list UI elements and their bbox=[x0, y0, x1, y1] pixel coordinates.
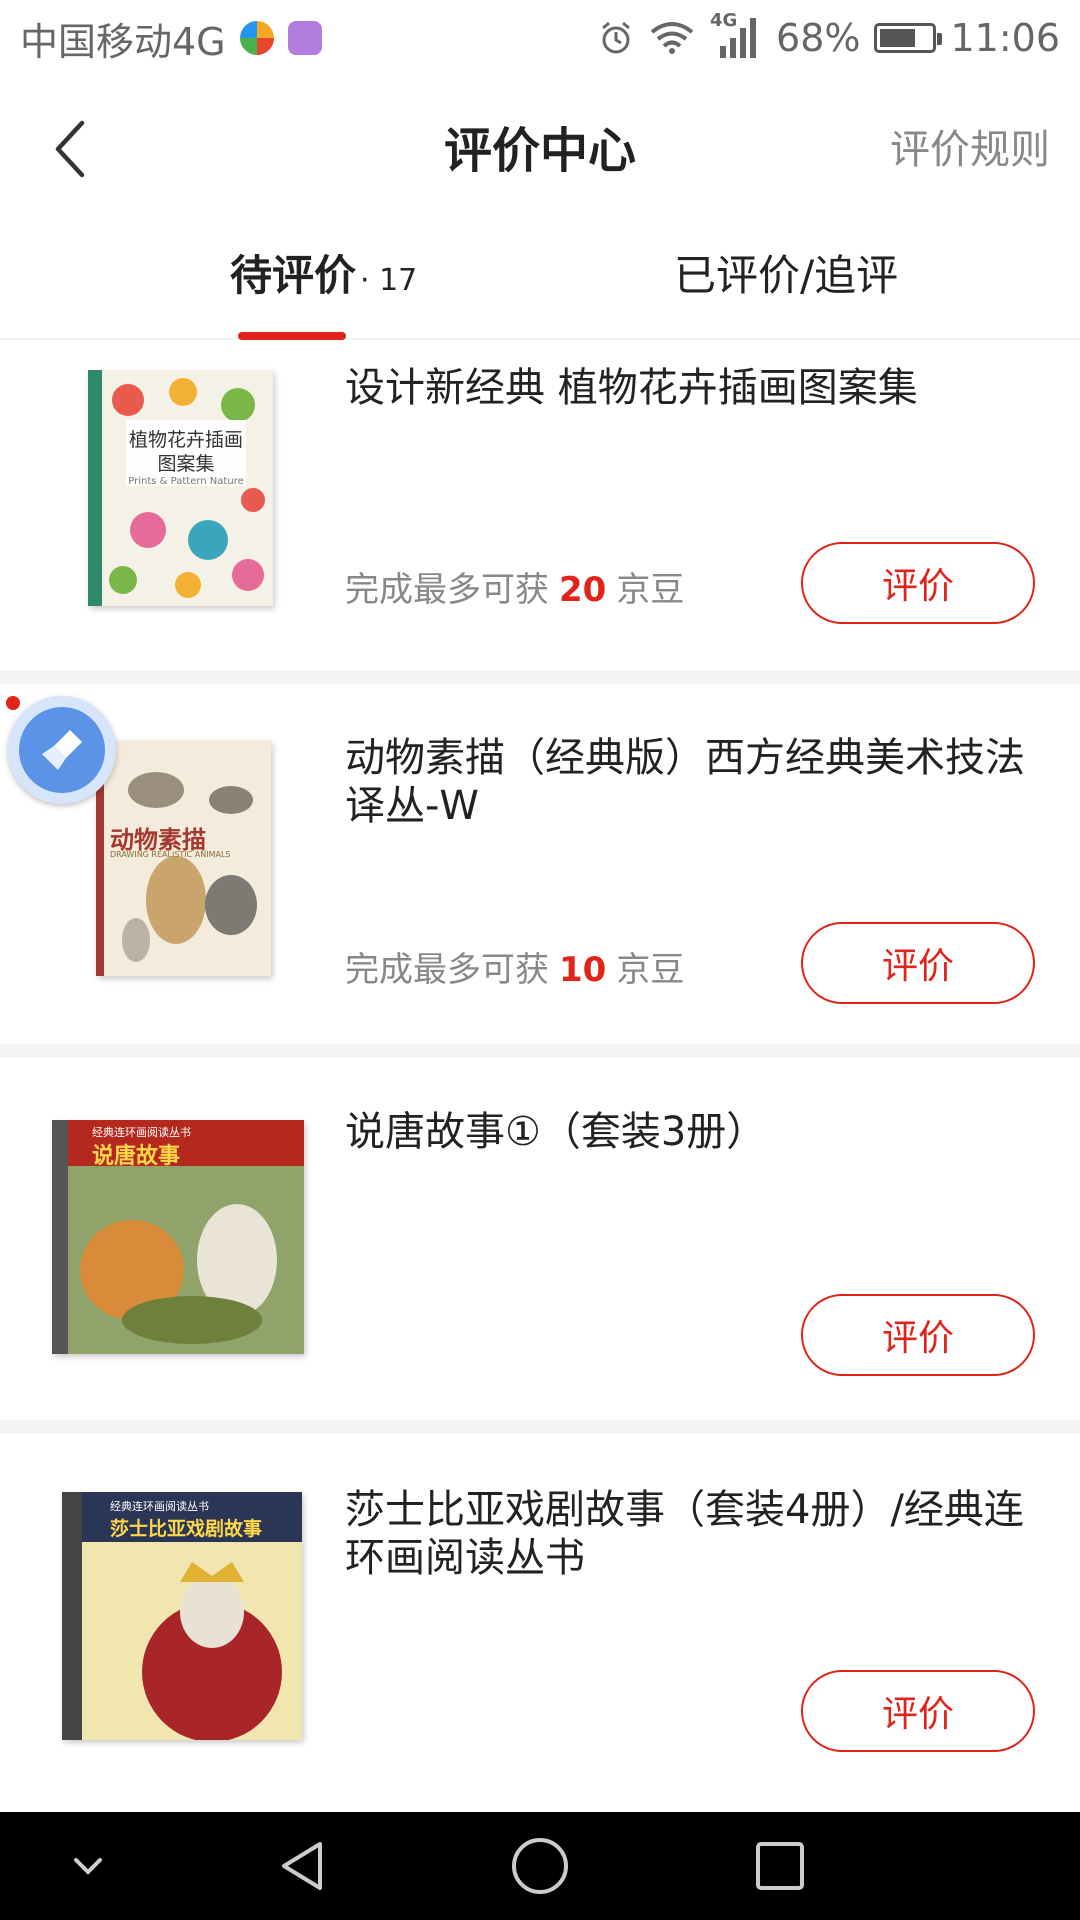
status-bar: 中国移动4G 4G 68% 11:06 bbox=[0, 0, 1080, 76]
pending-review-list: 植物花卉插画图案集 Prints & Pattern Nature 设计新经典 … bbox=[0, 340, 1080, 1792]
page-title: 评价中心 bbox=[443, 123, 636, 179]
book-cover-tang-stories[interactable]: 经典连环画阅读丛书 说唐故事 bbox=[52, 1120, 304, 1354]
battery-level bbox=[880, 29, 916, 47]
list-item[interactable]: 经典连环画阅读丛书 莎士比亚戏剧故事 莎士比亚戏剧故事（套装4册）/经典连环画阅… bbox=[0, 1434, 1080, 1792]
broom-icon bbox=[42, 730, 82, 770]
notification-dot bbox=[6, 696, 20, 710]
cover-title: 植物花卉插画图案集 bbox=[128, 429, 243, 475]
reward-text: 完成最多可获 20 京豆 bbox=[345, 562, 684, 611]
system-nav-bar bbox=[0, 1812, 1080, 1920]
back-triangle-icon bbox=[282, 1842, 322, 1890]
recents-square-icon bbox=[756, 1842, 804, 1890]
cover-subtitle: Prints & Pattern Nature bbox=[128, 476, 244, 487]
book-cover-plant-patterns[interactable]: 植物花卉插画图案集 Prints & Pattern Nature bbox=[88, 370, 273, 606]
item-title[interactable]: 动物素描（经典版）西方经典美术技法译丛-W bbox=[345, 734, 1030, 830]
status-left: 中国移动4G bbox=[20, 11, 322, 66]
cover-title: 说唐故事 bbox=[92, 1144, 181, 1169]
back-button[interactable] bbox=[40, 114, 100, 184]
list-item[interactable]: 植物花卉插画图案集 Prints & Pattern Nature 设计新经典 … bbox=[0, 340, 1080, 670]
floating-clean-inner bbox=[19, 707, 105, 793]
item-title[interactable]: 说唐故事①（套装3册） bbox=[345, 1108, 1030, 1156]
reward-prefix: 完成最多可获 bbox=[345, 950, 549, 990]
book-cover-shakespeare-stories[interactable]: 经典连环画阅读丛书 莎士比亚戏剧故事 bbox=[62, 1492, 302, 1740]
home-circle-icon bbox=[512, 1838, 568, 1894]
cover-title: 莎士比亚戏剧故事 bbox=[110, 1518, 263, 1540]
header: 评价中心 评价规则 bbox=[0, 76, 1080, 216]
rate-button[interactable]: 评价 bbox=[801, 542, 1035, 624]
system-home-button[interactable] bbox=[510, 1836, 570, 1896]
rate-button[interactable]: 评价 bbox=[801, 1294, 1035, 1376]
divider bbox=[0, 1044, 1080, 1058]
tab-reviewed[interactable]: 已评价/追评 bbox=[674, 242, 898, 303]
list-item[interactable]: 经典连环画阅读丛书 说唐故事 说唐故事①（套装3册） 评价 bbox=[0, 1058, 1080, 1420]
tab-pending[interactable]: 待评价 · 17 bbox=[230, 242, 417, 303]
clock: 11:06 bbox=[950, 16, 1060, 60]
signal-icon: 4G bbox=[710, 10, 762, 60]
tab-bar: 待评价 · 17 已评价/追评 bbox=[0, 216, 1080, 340]
cover-series: 经典连环画阅读丛书 bbox=[110, 1500, 209, 1513]
rate-button[interactable]: 评价 bbox=[801, 922, 1035, 1004]
list-item[interactable]: 动物素描 DRAWING REALISTIC ANIMALS 动物素描（经典版）… bbox=[0, 684, 1080, 1044]
rules-link[interactable]: 评价规则 bbox=[890, 117, 1050, 175]
hide-nav-button[interactable] bbox=[58, 1836, 118, 1896]
app-notification-icon bbox=[239, 21, 274, 55]
carrier-label: 中国移动4G bbox=[20, 19, 226, 64]
tab-pending-label: 待评价 bbox=[230, 251, 357, 300]
reward-suffix: 京豆 bbox=[616, 950, 685, 990]
item-title[interactable]: 设计新经典 植物花卉插画图案集 bbox=[345, 364, 1030, 412]
reward-value: 20 bbox=[559, 570, 607, 610]
divider bbox=[0, 1420, 1080, 1434]
cover-subtitle: DRAWING REALISTIC ANIMALS bbox=[110, 850, 231, 859]
reward-prefix: 完成最多可获 bbox=[345, 570, 549, 610]
reward-suffix: 京豆 bbox=[616, 570, 685, 610]
floating-clean-button[interactable] bbox=[8, 696, 116, 804]
battery-percent: 68% bbox=[776, 16, 861, 60]
divider bbox=[0, 670, 1080, 684]
book-cover-animal-sketch[interactable]: 动物素描 DRAWING REALISTIC ANIMALS bbox=[96, 740, 271, 976]
status-right: 4G 68% 11:06 bbox=[598, 10, 1060, 60]
chevron-left-icon bbox=[55, 120, 85, 178]
reward-text: 完成最多可获 10 京豆 bbox=[345, 942, 684, 991]
wifi-icon bbox=[650, 22, 694, 54]
item-title[interactable]: 莎士比亚戏剧故事（套装4册）/经典连环画阅读丛书 bbox=[345, 1486, 1030, 1582]
battery-icon bbox=[874, 23, 943, 53]
reward-value: 10 bbox=[559, 950, 607, 990]
system-back-button[interactable] bbox=[272, 1836, 332, 1896]
system-recents-button[interactable] bbox=[750, 1836, 810, 1896]
alarm-icon bbox=[602, 21, 630, 54]
chevron-down-icon bbox=[74, 1858, 102, 1875]
gallery-notification-icon bbox=[287, 21, 322, 55]
tab-active-indicator bbox=[238, 332, 346, 340]
rate-button[interactable]: 评价 bbox=[801, 1670, 1035, 1752]
tab-pending-count: · 17 bbox=[360, 263, 418, 298]
